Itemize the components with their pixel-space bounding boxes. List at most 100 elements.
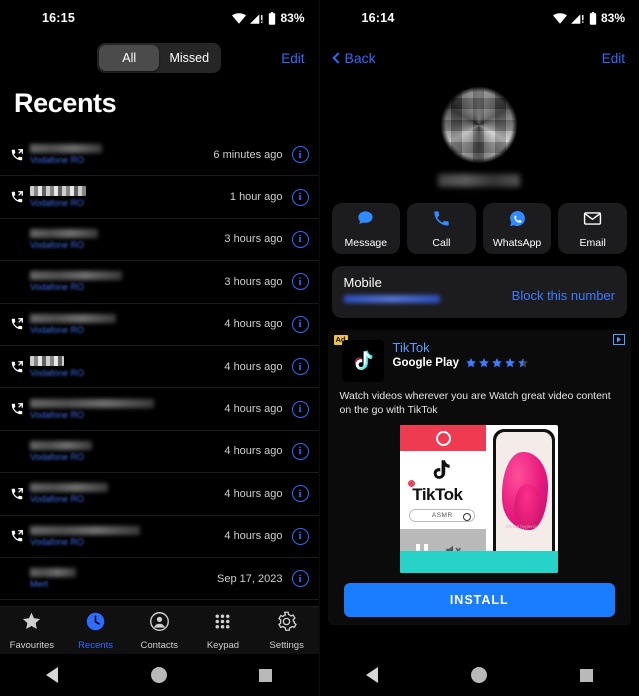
call-info-button[interactable]: i [291,230,309,248]
edit-button-left[interactable]: Edit [281,51,304,66]
call-info-button[interactable]: i [291,400,309,418]
contact-header [320,80,639,187]
page-title: Recents [14,88,117,118]
call-row-identity: Vodafone RO [28,398,224,420]
phone-number-card[interactable]: Mobile Block this number [331,266,627,318]
adchoices-icon[interactable] [613,334,625,345]
call-info-button[interactable]: i [291,358,309,376]
call-timestamp: 4 hours ago [224,318,283,331]
outgoing-call-icon [6,148,28,162]
call-row-identity: Vodafone RO [28,144,213,165]
call-log-row[interactable]: Vodafone RO 1 hour ago i [0,176,319,219]
action-message[interactable]: Message [331,203,401,254]
nav-recents-icon[interactable] [579,668,593,682]
android-nav-bar-right[interactable] [319,654,639,696]
call-log-list[interactable]: Vodafone RO 6 minutes ago i Vodafone RO 1 ho… [0,134,319,606]
nav-home-icon[interactable] [470,667,487,683]
nav-back-icon[interactable] [46,667,59,683]
call-log-row[interactable]: Vodafone RO 4 hours ago i [0,388,319,431]
caller-name-redacted [30,355,64,366]
call-info-button[interactable]: i [291,188,309,206]
ad-header: TikTok Google Play [336,336,624,382]
filter-segmented-control[interactable]: All Missed [97,43,222,73]
nav-home-icon[interactable] [150,667,167,683]
tab-favourites[interactable]: Favourites [0,611,64,651]
contact-name-redacted [438,174,521,187]
block-number-link[interactable]: Block this number [512,288,615,303]
call-log-row[interactable]: Vodafone RO 4 hours ago i [0,346,319,389]
call-row-identity: Vodafone RO [28,313,224,335]
tab-keypad[interactable]: Keypad [191,611,255,651]
action-label: Call [432,236,451,249]
outgoing-call-icon [6,360,28,374]
call-row-subtitle: Vodafone RO [30,155,85,166]
ad-card[interactable]: Ad TikTok Google Play Watch videos where… [327,330,631,626]
segment-all[interactable]: All [99,45,160,71]
star-icon [518,358,528,368]
action-whatsapp[interactable]: WhatsApp [482,203,552,254]
wifi-icon [232,12,247,24]
call-info-button[interactable]: i [291,527,309,545]
outgoing-call-icon [11,530,23,542]
bottom-tab-bar[interactable]: Favourites Recents Contacts Keypad Settings [0,606,319,654]
search-icon [463,512,472,521]
recents-top-bar: All Missed Edit [0,36,319,80]
call-info-button[interactable]: i [291,485,309,503]
android-nav-bar-left[interactable] [0,654,319,696]
back-button[interactable]: Back [331,50,376,66]
call-timestamp: 4 hours ago [224,445,283,458]
outgoing-call-icon [6,487,28,501]
call-log-row[interactable]: Mert Sep 17, 2023 i [0,558,319,601]
call-log-row[interactable]: Vodafone RO 4 hours ago i [0,431,319,474]
call-info-button[interactable]: i [291,146,309,164]
tab-label: Contacts [140,639,179,651]
action-label: Email [579,236,606,249]
tab-label: Settings [269,639,304,651]
call-row-subtitle: Vodafone RO [30,409,85,420]
ad-store-row: Google Play [393,357,529,369]
wifi-icon [552,12,567,24]
action-label: WhatsApp [492,236,542,249]
call-timestamp: Sep 17, 2023 [217,572,283,585]
ad-creative-image[interactable]: TikTok ASMR it's not hygienic [400,425,559,574]
contact-action-buttons[interactable]: Message Call WhatsApp Email [320,187,639,254]
ad-description: Watch videos wherever you are Watch grea… [339,390,611,417]
ad-title[interactable]: TikTok [393,340,529,355]
tab-contacts[interactable]: Contacts [127,611,191,651]
caller-name-redacted [30,228,98,238]
nav-recents-icon[interactable] [259,668,273,682]
call-log-row[interactable]: Vodafone RO 3 hours ago i [0,261,319,304]
call-info-button[interactable]: i [291,273,309,291]
phone-number-redacted[interactable] [343,295,440,303]
action-email[interactable]: Email [558,203,627,254]
tab-recents[interactable]: Recents [64,611,128,651]
call-info-button[interactable]: i [291,442,309,460]
creative-wordmark: TikTok [412,485,463,505]
nav-back-icon[interactable] [365,667,378,683]
tab-settings[interactable]: Settings [255,611,319,651]
segment-missed[interactable]: Missed [159,45,219,71]
call-timestamp: 4 hours ago [224,530,283,543]
call-timestamp: 4 hours ago [224,403,283,416]
call-row-identity: Vodafone RO [28,186,230,208]
call-row-subtitle: Vodafone RO [30,451,85,462]
avatar[interactable] [440,86,519,164]
call-info-button[interactable]: i [291,315,309,333]
call-log-row[interactable]: Vodafone RO 3 hours ago i [0,219,319,262]
call-log-row[interactable]: Vodafone RO 6 minutes ago i [0,134,319,177]
call-log-row[interactable]: Vodafone RO 4 hours ago i [0,304,319,346]
outgoing-call-icon [6,317,28,331]
whatsapp-icon [508,209,527,233]
call-row-subtitle: Vodafone RO [30,324,85,335]
caller-name-redacted [30,186,86,197]
call-log-row[interactable]: Vodafone RO 4 hours ago i [0,473,319,516]
install-button[interactable]: INSTALL [343,583,615,618]
outgoing-call-icon [11,403,23,415]
star-icon [492,358,502,368]
call-info-button[interactable]: i [291,570,309,588]
action-label: Message [344,236,388,249]
caller-name-redacted [30,568,76,578]
call-log-row[interactable]: Vodafone RO 4 hours ago i [0,516,319,558]
action-call[interactable]: Call [407,203,476,254]
edit-button-right[interactable]: Edit [602,51,625,66]
